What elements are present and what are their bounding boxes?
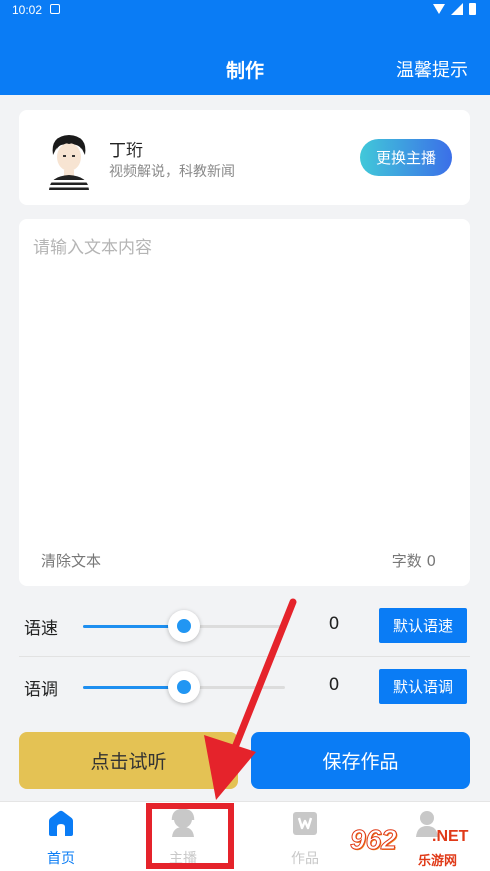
save-work-button[interactable]: 保存作品 bbox=[251, 732, 470, 789]
change-anchor-button[interactable]: 更换主播 bbox=[360, 139, 452, 176]
app-header: 10:02 制作 温馨提示 bbox=[0, 0, 490, 95]
watermark-badge: 962 bbox=[350, 824, 398, 856]
status-time: 10:02 bbox=[12, 3, 43, 17]
watermark-site: 乐游网 bbox=[418, 854, 458, 869]
text-input[interactable] bbox=[33, 233, 453, 533]
works-icon bbox=[293, 812, 317, 835]
watermark-suffix: .NET bbox=[432, 828, 469, 845]
nav-item-home[interactable]: 首页 bbox=[0, 802, 122, 871]
speed-slider[interactable] bbox=[83, 610, 285, 642]
pitch-slider[interactable] bbox=[83, 671, 285, 703]
notification-icon bbox=[50, 4, 60, 14]
row-divider bbox=[19, 656, 470, 657]
char-count: 字数 0 bbox=[391, 552, 436, 570]
highlight-box bbox=[146, 803, 234, 869]
speed-slider-thumb[interactable] bbox=[168, 610, 200, 642]
speed-value: 0 bbox=[328, 614, 340, 634]
pitch-label: 语调 bbox=[24, 680, 58, 700]
anchor-avatar bbox=[49, 135, 89, 190]
text-editor-card: 清除文本 字数 0 bbox=[19, 219, 470, 586]
speed-label: 语速 bbox=[24, 619, 58, 639]
status-icons bbox=[433, 3, 476, 15]
nav-item-works[interactable]: 作品 bbox=[244, 802, 366, 871]
wifi-icon bbox=[433, 4, 445, 14]
speed-row: 语速 0 默认语速 bbox=[19, 601, 470, 651]
default-pitch-button[interactable]: 默认语调 bbox=[379, 669, 467, 704]
anchor-name: 丁珩 bbox=[109, 141, 143, 161]
battery-icon bbox=[469, 3, 476, 15]
anchor-card: 丁珩 视频解说，科教新闻 更换主播 bbox=[19, 110, 470, 205]
signal-icon bbox=[451, 3, 463, 15]
site-watermark: 962 .NET 乐游网 bbox=[350, 820, 490, 871]
tips-link[interactable]: 温馨提示 bbox=[396, 56, 468, 82]
default-speed-button[interactable]: 默认语速 bbox=[379, 608, 467, 643]
pitch-row: 语调 0 默认语调 bbox=[19, 662, 470, 712]
home-icon bbox=[49, 810, 73, 836]
pitch-value: 0 bbox=[328, 675, 340, 695]
nav-label-works: 作品 bbox=[291, 851, 319, 867]
anchor-description: 视频解说，科教新闻 bbox=[109, 164, 235, 180]
pitch-slider-thumb[interactable] bbox=[168, 671, 200, 703]
clear-text-button[interactable]: 清除文本 bbox=[41, 550, 101, 571]
nav-label-home: 首页 bbox=[47, 851, 75, 867]
listen-button[interactable]: 点击试听 bbox=[19, 732, 238, 789]
